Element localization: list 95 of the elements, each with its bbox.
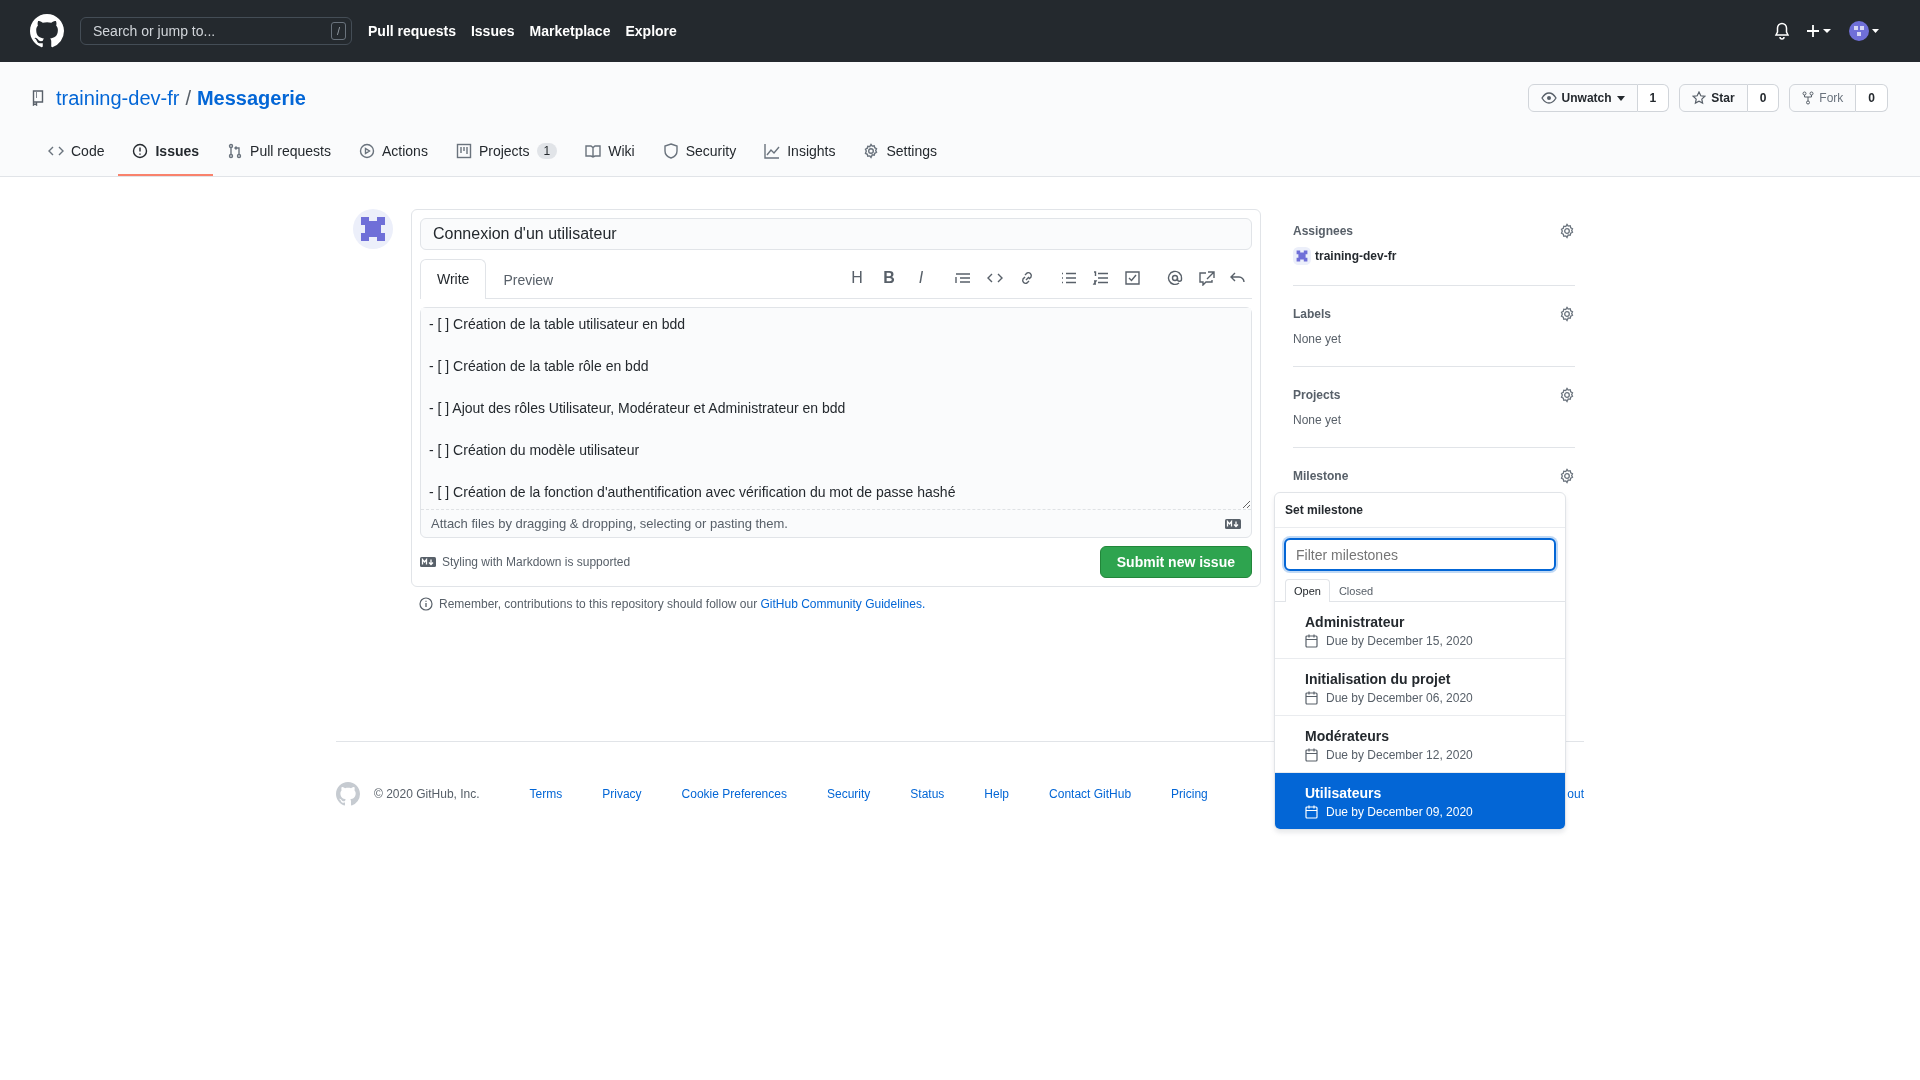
repo-tab[interactable]: Insights — [750, 128, 850, 176]
copyright: © 2020 GitHub, Inc. — [374, 787, 480, 801]
sidebar-value: None yet — [1293, 413, 1343, 427]
editor-tab[interactable]: Write — [420, 259, 487, 299]
calendar-icon — [1305, 634, 1318, 648]
footer-link[interactable]: Security — [826, 787, 871, 801]
nav-link[interactable]: Marketplace — [529, 23, 611, 39]
format-button[interactable]: B — [880, 269, 898, 287]
mention-icon[interactable] — [1166, 270, 1184, 286]
info-icon — [419, 597, 433, 611]
sidebar-heading: Labels — [1293, 307, 1331, 321]
count-label[interactable]: 1 — [1637, 84, 1670, 112]
assignee-link[interactable]: training-dev-fr — [1315, 249, 1397, 263]
markdown-note: Styling with Markdown is supported — [442, 555, 631, 569]
quote-icon[interactable] — [954, 270, 972, 286]
format-button[interactable]: H — [848, 269, 866, 287]
calendar-icon — [1305, 748, 1318, 762]
repo-tab[interactable]: Projects 1 — [441, 128, 572, 176]
milestone-item[interactable]: Utilisateurs Due by December 09, 2020 — [1275, 773, 1565, 829]
footer-link[interactable]: Status — [910, 787, 945, 801]
bell-icon[interactable] — [1774, 22, 1790, 40]
footer-link[interactable]: Privacy — [602, 787, 642, 801]
avatar-icon[interactable] — [1848, 20, 1880, 42]
nav-link[interactable]: Explore — [625, 23, 677, 39]
menu-tab[interactable]: Closed — [1329, 579, 1383, 602]
repo-tab[interactable]: Actions — [345, 128, 442, 176]
repo-tab[interactable]: Issues — [118, 128, 214, 176]
repo-tab[interactable]: Code — [34, 128, 119, 176]
calendar-icon — [1305, 805, 1318, 819]
count-label[interactable]: 0 — [1747, 84, 1780, 112]
projects-tab-icon — [455, 143, 472, 159]
filter-field[interactable]: Filter milestones — [1284, 538, 1556, 571]
shortcut-key: / — [330, 22, 346, 40]
sidebar-heading: Assignees — [1293, 224, 1354, 238]
reference-icon[interactable] — [1198, 270, 1216, 286]
tab-counter: 1 — [536, 143, 558, 159]
wiki-tab-icon — [585, 143, 602, 159]
milestone-item[interactable]: Administrateur Due by December 15, 2020 — [1275, 602, 1565, 659]
repo-tab[interactable]: Wiki — [571, 128, 649, 176]
repo-icon — [32, 90, 44, 106]
nav-link[interactable]: Issues — [470, 23, 515, 39]
settings-icon[interactable] — [1559, 306, 1575, 322]
markdown-icon — [1225, 518, 1241, 529]
attach-hint: Attach files by dragging & dropping, selecting or pasting them. — [431, 516, 788, 531]
star-button[interactable]: Star — [1679, 84, 1748, 112]
ol-icon[interactable] — [1092, 270, 1110, 286]
repo-owner-link[interactable]: training-dev-fr — [56, 86, 180, 110]
sidebar-heading: Projects — [1293, 388, 1341, 402]
insights-tab-icon — [764, 143, 781, 159]
footer-link[interactable]: Pricing — [1171, 787, 1208, 801]
pulls-tab-icon — [227, 143, 244, 159]
fork-icon — [1802, 91, 1815, 105]
menu-tab[interactable]: Open — [1285, 579, 1330, 602]
settings-tab-icon — [863, 143, 880, 159]
nav-link[interactable]: Pull requests — [368, 23, 456, 39]
eye-icon — [1540, 92, 1557, 104]
format-button[interactable]: I — [912, 269, 930, 287]
repo-tab[interactable]: Settings — [849, 128, 952, 176]
settings-icon[interactable] — [1559, 223, 1575, 239]
guidelines-note: Remember, contributions to this repository should follow our GitHub Community Guidelines. — [439, 597, 926, 611]
task-icon[interactable] — [1124, 270, 1142, 286]
footer-link[interactable]: Help — [984, 787, 1010, 801]
star-icon — [1692, 91, 1707, 105]
editor-tab[interactable]: Preview — [486, 260, 571, 299]
avatar-icon — [353, 209, 393, 249]
sidebar-value: None yet — [1293, 332, 1343, 346]
sidebar-heading: Milestone — [1293, 469, 1349, 483]
fork-button[interactable]: Fork — [1789, 84, 1857, 112]
title-field[interactable]: Connexion d'un utilisateur — [420, 218, 1252, 250]
milestone-item[interactable]: Initialisation du projet Due by December 06, 2020 — [1275, 659, 1565, 716]
issues-tab-icon — [132, 143, 149, 159]
plus-icon[interactable] — [1806, 24, 1832, 38]
calendar-icon — [1305, 691, 1318, 705]
markdown-icon — [420, 557, 436, 567]
settings-icon[interactable] — [1559, 468, 1575, 484]
path-separator: / — [185, 86, 191, 110]
octocat-logo-icon[interactable] — [30, 14, 64, 48]
menu-title: Set milestone — [1275, 493, 1565, 528]
ul-icon[interactable] — [1060, 270, 1078, 286]
footer-link[interactable]: Terms — [529, 787, 563, 801]
caret-icon — [1616, 95, 1625, 101]
footer-link[interactable]: Contact GitHub — [1049, 787, 1132, 801]
footer-link[interactable]: out — [1567, 787, 1584, 801]
count-label[interactable]: 0 — [1856, 84, 1888, 112]
actions-tab-icon — [359, 143, 375, 159]
guidelines-link[interactable]: GitHub Community Guidelines. — [760, 597, 926, 611]
footer-link[interactable]: Cookie Preferences — [681, 787, 787, 801]
repo-tab[interactable]: Pull requests — [213, 128, 345, 176]
repo-name-link[interactable]: Messagerie — [196, 86, 306, 110]
repo-tab[interactable]: Security — [648, 128, 751, 176]
comment-field[interactable]: - [ ] Création de la table utilisateur en bdd - [ ] Création de la table rôle en bdd - [ ] Ajout des rôles Utilisateur, Modérateur et Administrateur en bdd - [ ] Création du modèle utilisateur - [ ] Création de la fonction d'authentification avec vérification du mot de passe hashé Attach files by dragging & dropping, selecting or pasting them. — [420, 307, 1252, 538]
watch-button[interactable]: Unwatch — [1527, 84, 1638, 112]
security-tab-icon — [662, 143, 679, 159]
avatar-icon — [1293, 247, 1311, 265]
settings-icon[interactable] — [1559, 387, 1575, 403]
